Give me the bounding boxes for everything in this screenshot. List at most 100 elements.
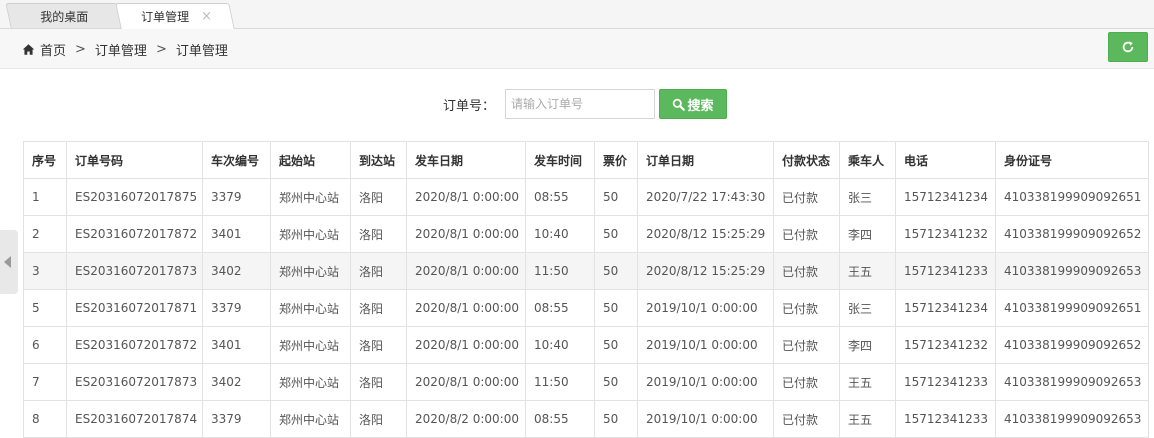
- cell-departure-date: 2020/8/1 0:00:00: [406, 289, 526, 327]
- breadcrumb-current: 订单管理: [175, 44, 228, 59]
- cell-index: 8: [23, 400, 67, 438]
- cell-payment-status: 已付款: [773, 215, 840, 253]
- cell-departure-time: 10:40: [525, 326, 595, 364]
- search-button-label: 搜索: [687, 98, 714, 114]
- header-departure-time: 发车时间: [525, 141, 595, 179]
- cell-departure-time: 11:50: [525, 252, 595, 290]
- cell-price: 50: [594, 400, 638, 438]
- header-departure-date: 发车日期: [406, 141, 526, 179]
- cell-train-number: 3402: [202, 252, 271, 290]
- cell-payment-status: 已付款: [773, 326, 840, 364]
- header-phone: 电话: [895, 141, 996, 179]
- cell-origin: 郑州中心站: [270, 400, 351, 438]
- cell-origin: 郑州中心站: [270, 363, 351, 401]
- search-label: 订单号：: [443, 99, 496, 114]
- cell-train-number: 3379: [202, 400, 271, 438]
- breadcrumb-item[interactable]: 订单管理: [95, 40, 147, 59]
- cell-order-date: 2020/8/12 15:25:29: [637, 215, 774, 253]
- cell-index: 3: [23, 252, 67, 290]
- orders-table: 序号 订单号码 车次编号 起始站 到达站 发车日期 发车时间 票价 订单日期 付…: [23, 141, 1149, 438]
- breadcrumb-home[interactable]: 首页: [40, 40, 66, 59]
- tab-order-management[interactable]: 订单管理 ×: [115, 3, 235, 29]
- tab-label: 订单管理: [141, 10, 190, 24]
- header-passenger: 乘车人: [839, 141, 896, 179]
- cell-price: 50: [594, 363, 638, 401]
- cell-passenger: 李四: [839, 215, 896, 253]
- cell-phone: 15712341232: [895, 215, 996, 253]
- cell-order-date: 2019/10/1 0:00:00: [637, 326, 774, 364]
- cell-price: 50: [594, 289, 638, 327]
- cell-train-number: 3379: [202, 178, 271, 216]
- cell-order-date: 2020/7/22 17:43:30: [637, 178, 774, 216]
- sidebar-toggle-handle[interactable]: [0, 230, 18, 294]
- table-row[interactable]: 2 ES20316072017872 3401 郑州中心站 洛阳 2020/8/1 0:0…: [23, 215, 1149, 253]
- cell-passenger: 张三: [839, 178, 896, 216]
- cell-index: 2: [23, 215, 67, 253]
- cell-payment-status: 已付款: [773, 252, 840, 290]
- cell-departure-date: 2020/8/1 0:00:00: [406, 363, 526, 401]
- cell-destination: 洛阳: [350, 252, 407, 290]
- header-price: 票价: [594, 141, 638, 179]
- order-number-input[interactable]: [505, 89, 655, 119]
- close-icon[interactable]: ×: [201, 9, 212, 24]
- search-button[interactable]: 搜索: [659, 89, 727, 119]
- cell-destination: 洛阳: [350, 215, 407, 253]
- cell-id-number: 410338199909092652: [995, 215, 1149, 253]
- table-row[interactable]: 1 ES20316072017875 3379 郑州中心站 洛阳 2020/8/1 0:0…: [23, 178, 1149, 216]
- cell-order-number: ES20316072017874: [66, 400, 203, 438]
- cell-origin: 郑州中心站: [270, 326, 351, 364]
- cell-destination: 洛阳: [350, 289, 407, 327]
- refresh-icon: [1122, 41, 1134, 53]
- cell-departure-date: 2020/8/1 0:00:00: [406, 252, 526, 290]
- header-origin: 起始站: [270, 141, 351, 179]
- cell-passenger: 王五: [839, 363, 896, 401]
- cell-payment-status: 已付款: [773, 363, 840, 401]
- cell-id-number: 410338199909092651: [995, 178, 1149, 216]
- table-row[interactable]: 8 ES20316072017874 3379 郑州中心站 洛阳 2020/8/2 0:0…: [23, 400, 1149, 438]
- cell-origin: 郑州中心站: [270, 252, 351, 290]
- cell-payment-status: 已付款: [773, 178, 840, 216]
- breadcrumb-separator: >: [75, 42, 86, 57]
- cell-payment-status: 已付款: [773, 289, 840, 327]
- cell-destination: 洛阳: [350, 363, 407, 401]
- header-order-date: 订单日期: [637, 141, 774, 179]
- cell-train-number: 3379: [202, 289, 271, 327]
- table-header-row: 序号 订单号码 车次编号 起始站 到达站 发车日期 发车时间 票价 订单日期 付…: [23, 141, 1149, 179]
- refresh-button[interactable]: [1108, 32, 1148, 62]
- cell-departure-time: 08:55: [525, 178, 595, 216]
- cell-order-number: ES20316072017875: [66, 178, 203, 216]
- cell-payment-status: 已付款: [773, 400, 840, 438]
- cell-phone: 15712341233: [895, 400, 996, 438]
- cell-order-number: ES20316072017871: [66, 289, 203, 327]
- cell-id-number: 410338199909092653: [995, 400, 1149, 438]
- cell-passenger: 张三: [839, 289, 896, 327]
- cell-order-date: 2020/8/12 15:25:29: [637, 252, 774, 290]
- table-row[interactable]: 7 ES20316072017873 3402 郑州中心站 洛阳 2020/8/1 0:0…: [23, 363, 1149, 401]
- cell-id-number: 410338199909092653: [995, 363, 1149, 401]
- cell-phone: 15712341234: [895, 289, 996, 327]
- cell-price: 50: [594, 252, 638, 290]
- cell-price: 50: [594, 215, 638, 253]
- table-row[interactable]: 3 ES20316072017873 3402 郑州中心站 洛阳 2020/8/1 0:0…: [23, 252, 1149, 290]
- cell-passenger: 王五: [839, 252, 896, 290]
- cell-order-date: 2019/10/1 0:00:00: [637, 289, 774, 327]
- chevron-left-icon: [4, 256, 11, 268]
- tab-my-desktop[interactable]: 我的桌面: [5, 3, 123, 28]
- cell-departure-date: 2020/8/2 0:00:00: [406, 400, 526, 438]
- cell-train-number: 3401: [202, 215, 271, 253]
- tab-bar: 我的桌面 订单管理 ×: [0, 0, 1154, 29]
- header-destination: 到达站: [350, 141, 407, 179]
- cell-order-date: 2019/10/1 0:00:00: [637, 363, 774, 401]
- cell-departure-date: 2020/8/1 0:00:00: [406, 178, 526, 216]
- cell-order-number: ES20316072017873: [66, 252, 203, 290]
- cell-destination: 洛阳: [350, 326, 407, 364]
- tab-label: 我的桌面: [40, 9, 89, 24]
- cell-origin: 郑州中心站: [270, 215, 351, 253]
- table-row[interactable]: 6 ES20316072017872 3401 郑州中心站 洛阳 2020/8/1 0:0…: [23, 326, 1149, 364]
- cell-passenger: 王五: [839, 400, 896, 438]
- cell-departure-date: 2020/8/1 0:00:00: [406, 326, 526, 364]
- search-icon: [673, 98, 686, 111]
- breadcrumb-bar: 首页 > 订单管理 > 订单管理: [0, 29, 1154, 69]
- table-row[interactable]: 5 ES20316072017871 3379 郑州中心站 洛阳 2020/8/1 0:0…: [23, 289, 1149, 327]
- cell-train-number: 3402: [202, 363, 271, 401]
